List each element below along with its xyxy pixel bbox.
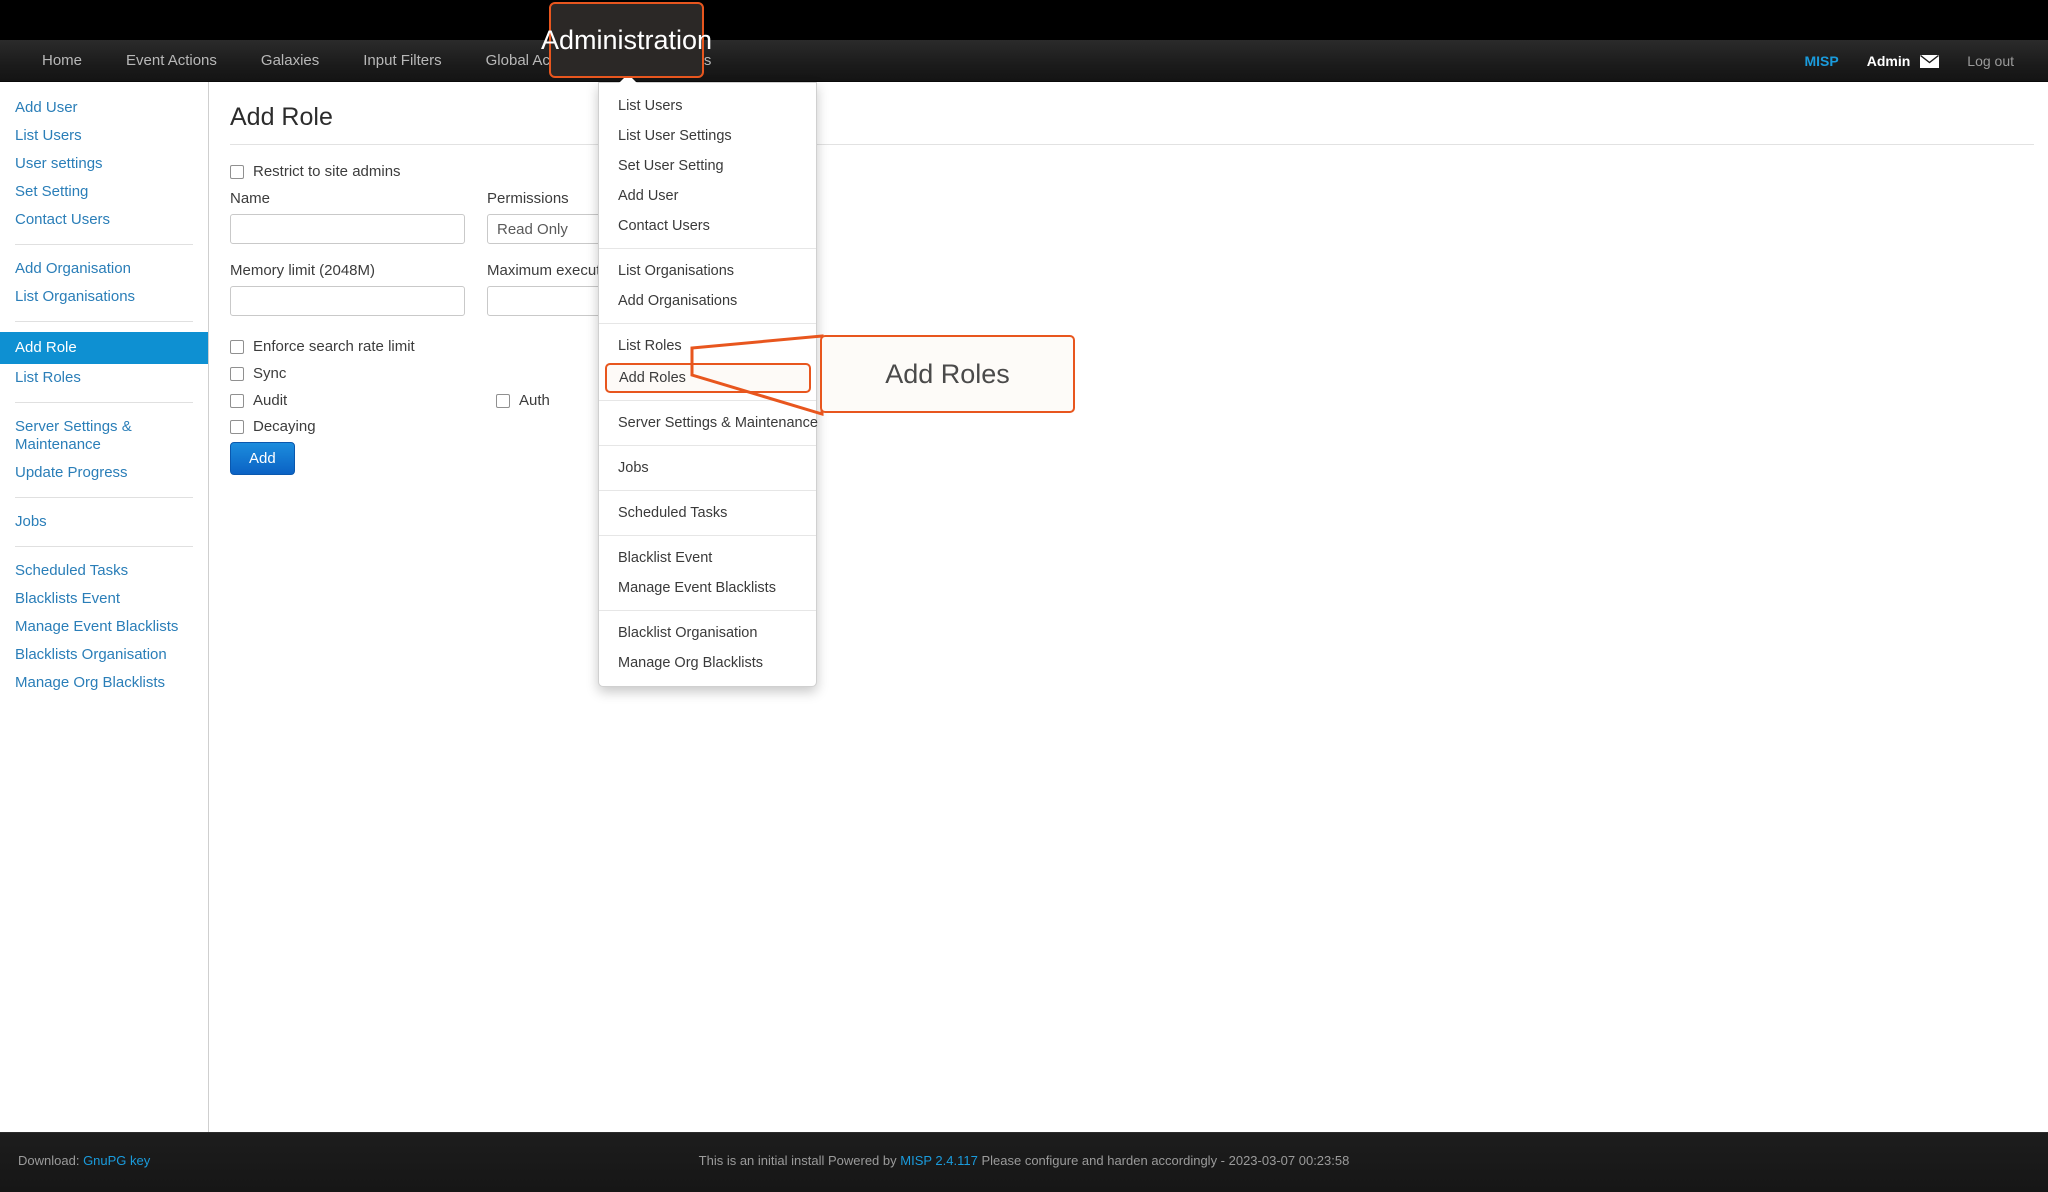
sidebar-item-contact-users[interactable]: Contact Users — [0, 206, 208, 234]
audit-row: Audit — [230, 392, 287, 409]
nav-user-label[interactable]: Admin — [1853, 53, 1917, 69]
dropdown-divider — [599, 445, 816, 446]
dropdown-divider — [599, 248, 816, 249]
dropdown-item-blacklist-event[interactable]: Blacklist Event — [599, 543, 816, 573]
footer-center-prefix: This is an initial install Powered by — [699, 1153, 897, 1168]
sidebar-item-add-user[interactable]: Add User — [0, 94, 208, 122]
title-divider — [230, 144, 2034, 145]
sidebar-item-set-setting[interactable]: Set Setting — [0, 178, 208, 206]
sidebar-item-user-settings[interactable]: User settings — [0, 150, 208, 178]
nav-item-galaxies[interactable]: Galaxies — [239, 40, 341, 82]
memory-limit-label: Memory limit (2048M) — [230, 262, 475, 279]
dropdown-item-list-organisations[interactable]: List Organisations — [599, 256, 816, 286]
dropdown-item-set-user-setting[interactable]: Set User Setting — [599, 151, 816, 181]
field-group-name: Name — [230, 190, 475, 244]
dropdown-item-manage-event-blacklists[interactable]: Manage Event Blacklists — [599, 573, 816, 603]
administration-tooltip-label: Administration — [541, 25, 712, 56]
sidebar-item-list-organisations[interactable]: List Organisations — [0, 283, 208, 311]
dropdown-divider — [599, 610, 816, 611]
sidebar-item-add-organisation[interactable]: Add Organisation — [0, 255, 208, 283]
restrict-site-admins-label: Restrict to site admins — [253, 163, 401, 180]
page-title: Add Role — [230, 100, 2048, 134]
dropdown-item-jobs[interactable]: Jobs — [599, 453, 816, 483]
sidebar-item-jobs[interactable]: Jobs — [0, 508, 208, 536]
dropdown-divider — [599, 323, 816, 324]
envelope-icon[interactable] — [1916, 55, 1951, 68]
name-input[interactable] — [230, 214, 465, 244]
enforce-search-rate-limit-checkbox[interactable] — [230, 340, 244, 354]
left-sidebar: Add User List Users User settings Set Se… — [0, 82, 209, 1132]
logout-link[interactable]: Log out — [1951, 53, 2030, 69]
nav-item-input-filters[interactable]: Input Filters — [341, 40, 463, 82]
auth-label: Auth — [519, 392, 550, 409]
nav-item-event-actions[interactable]: Event Actions — [104, 40, 239, 82]
misp-brand-link[interactable]: MISP — [1790, 53, 1852, 69]
page-root: Home Event Actions Galaxies Input Filter… — [0, 0, 2048, 1192]
memory-limit-input[interactable] — [230, 286, 465, 316]
sidebar-divider — [15, 402, 193, 403]
dropdown-item-scheduled-tasks[interactable]: Scheduled Tasks — [599, 498, 816, 528]
enforce-search-rate-limit-row: Enforce search rate limit — [230, 338, 415, 355]
page-footer: Download: GnuPG key This is an initial i… — [0, 1132, 2048, 1192]
add-roles-callout-label: Add Roles — [885, 359, 1010, 390]
sync-row: Sync — [230, 365, 286, 382]
sidebar-divider — [15, 497, 193, 498]
misp-version-link[interactable]: MISP 2.4.117 — [900, 1153, 978, 1168]
enforce-search-rate-limit-label: Enforce search rate limit — [253, 338, 415, 355]
main-navbar: Home Event Actions Galaxies Input Filter… — [0, 40, 2048, 82]
sidebar-divider — [15, 546, 193, 547]
name-label: Name — [230, 190, 475, 207]
dropdown-item-blacklist-organisation[interactable]: Blacklist Organisation — [599, 618, 816, 648]
sidebar-item-scheduled-tasks[interactable]: Scheduled Tasks — [0, 557, 208, 585]
sync-checkbox[interactable] — [230, 367, 244, 381]
administration-tooltip: Administration — [549, 2, 704, 78]
dropdown-item-add-organisations[interactable]: Add Organisations — [599, 286, 816, 316]
audit-checkbox[interactable] — [230, 394, 244, 408]
dropdown-item-list-users[interactable]: List Users — [599, 91, 816, 121]
main-content: Add Role Restrict to site admins Name Pe… — [210, 82, 2048, 1132]
callout-connector — [690, 330, 830, 420]
add-button[interactable]: Add — [230, 442, 295, 475]
dropdown-divider — [599, 490, 816, 491]
sidebar-item-update-progress[interactable]: Update Progress — [0, 459, 208, 487]
sidebar-item-blacklists-event[interactable]: Blacklists Event — [0, 585, 208, 613]
sidebar-item-add-role[interactable]: Add Role — [0, 332, 208, 364]
auth-row: Auth — [496, 392, 550, 409]
dropdown-divider — [599, 535, 816, 536]
sidebar-item-manage-org-blacklists[interactable]: Manage Org Blacklists — [0, 669, 208, 697]
dropdown-item-list-user-settings[interactable]: List User Settings — [599, 121, 816, 151]
sync-label: Sync — [253, 365, 286, 382]
dropdown-item-contact-users[interactable]: Contact Users — [599, 211, 816, 241]
navbar-right: MISP Admin Log out — [1790, 40, 2030, 82]
sidebar-item-list-roles[interactable]: List Roles — [0, 364, 208, 392]
restrict-site-admins-checkbox[interactable] — [230, 165, 244, 179]
audit-label: Audit — [253, 392, 287, 409]
decaying-label: Decaying — [253, 418, 316, 435]
sidebar-item-blacklists-organisation[interactable]: Blacklists Organisation — [0, 641, 208, 669]
decaying-checkbox[interactable] — [230, 420, 244, 434]
sidebar-item-manage-event-blacklists[interactable]: Manage Event Blacklists — [0, 613, 208, 641]
footer-center-suffix: Please configure and harden accordingly … — [981, 1153, 1349, 1168]
top-black-strip — [0, 0, 2048, 40]
decaying-row: Decaying — [230, 418, 316, 435]
sidebar-item-list-users[interactable]: List Users — [0, 122, 208, 150]
footer-install-notice: This is an initial install Powered by MI… — [0, 1153, 2048, 1168]
dropdown-item-add-user[interactable]: Add User — [599, 181, 816, 211]
sidebar-item-server-settings[interactable]: Server Settings & Maintenance — [0, 413, 175, 459]
auth-checkbox[interactable] — [496, 394, 510, 408]
sidebar-divider — [15, 244, 193, 245]
sidebar-divider — [15, 321, 193, 322]
field-group-memory-limit: Memory limit (2048M) — [230, 262, 475, 316]
nav-item-home[interactable]: Home — [20, 40, 104, 82]
add-roles-callout: Add Roles — [820, 335, 1075, 413]
dropdown-item-manage-org-blacklists[interactable]: Manage Org Blacklists — [599, 648, 816, 678]
